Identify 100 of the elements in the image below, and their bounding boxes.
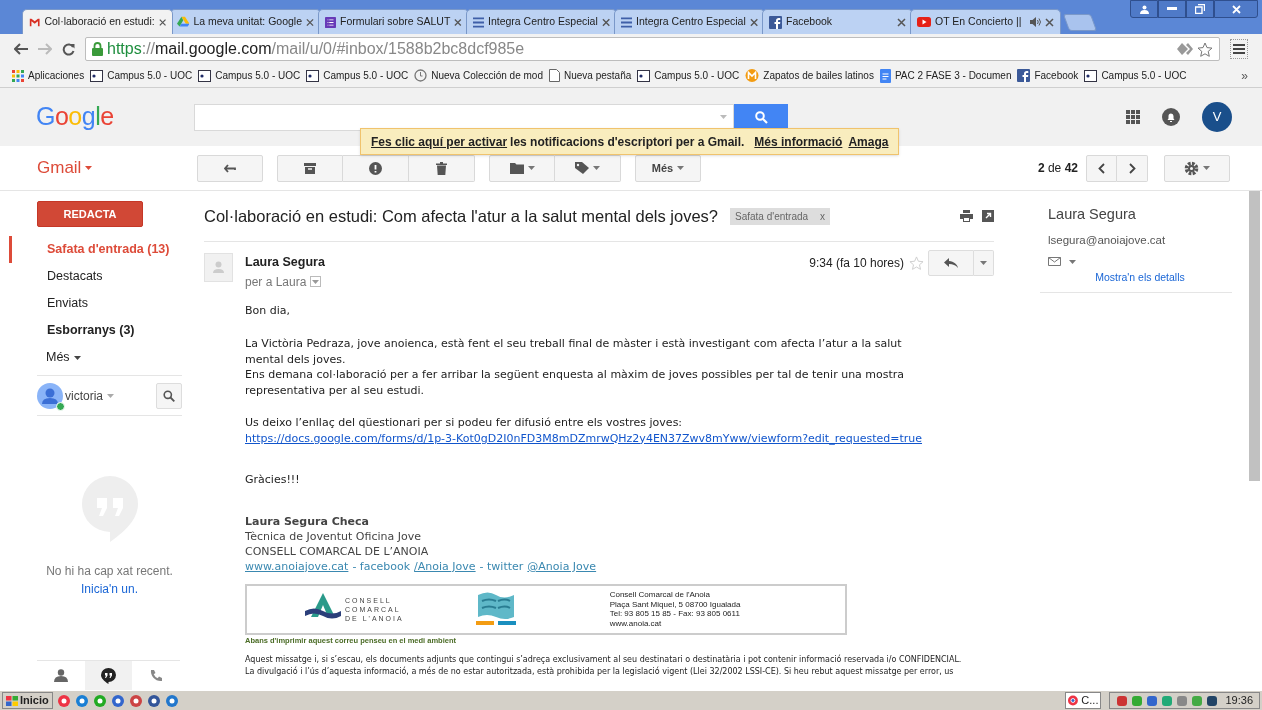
- hangouts-tab[interactable]: [84, 661, 133, 690]
- new-window-icon[interactable]: [982, 210, 994, 223]
- move-to-button[interactable]: [489, 154, 555, 182]
- enable-notifications-link[interactable]: Fes clic aquí per activar: [371, 132, 508, 151]
- menu-button[interactable]: [1230, 39, 1248, 59]
- folder-item[interactable]: Destacats: [9, 263, 190, 290]
- search-button[interactable]: [734, 103, 788, 131]
- bookmark-item[interactable]: Campus 5.0 - UOC: [198, 68, 301, 83]
- sender-name: Laura Segura: [245, 254, 325, 272]
- gmail-menu[interactable]: Gmail: [37, 155, 197, 181]
- folder-item[interactable]: Esborranys (3): [9, 317, 190, 344]
- more-button[interactable]: Més: [635, 154, 701, 182]
- close-icon[interactable]: [897, 17, 906, 27]
- newer-button[interactable]: [1086, 154, 1117, 182]
- browser-tab[interactable]: Facebook: [762, 9, 913, 34]
- no-chats-text: No hi ha cap xat recent.: [46, 563, 173, 580]
- form-link[interactable]: https://docs.google.com/forms/d/1p-3-Kot0gD2I0nFD3M8mDZmrwQHz2y4EN37Zwv8mYww/viewform?edit_requested=true: [245, 430, 994, 447]
- search-field[interactable]: [194, 103, 734, 131]
- extension-icon[interactable]: [1177, 43, 1193, 55]
- quick-launch-icon[interactable]: [92, 693, 107, 708]
- bookmark-item[interactable]: Campus 5.0 - UOC: [637, 68, 740, 83]
- bookmark-item[interactable]: Aplicaciones: [12, 68, 85, 83]
- facebook-link[interactable]: /Anoia Jove: [414, 558, 476, 574]
- tag-icon: [575, 162, 589, 174]
- bookmark-item[interactable]: Facebook: [1017, 68, 1079, 83]
- bookmark-item[interactable]: Campus 5.0 - UOC: [90, 68, 193, 83]
- folder-item[interactable]: Enviats: [9, 290, 190, 317]
- quick-launch-icon[interactable]: [128, 693, 143, 708]
- quick-launch-icon[interactable]: [164, 693, 179, 708]
- details-toggle[interactable]: [310, 276, 322, 288]
- more-bookmarks[interactable]: »: [1241, 66, 1248, 85]
- label-text: Safata d'entrada: [735, 209, 809, 224]
- archive-button[interactable]: [277, 154, 343, 182]
- quick-launch-icon[interactable]: [110, 693, 125, 708]
- close-icon[interactable]: [158, 17, 166, 27]
- show-details-link[interactable]: Mostra'n els detalls: [1095, 270, 1185, 286]
- close-icon[interactable]: [454, 17, 462, 27]
- quick-launch-icon[interactable]: [56, 693, 71, 708]
- bookmark-item[interactable]: Nueva pestaña: [549, 68, 632, 83]
- browser-tab[interactable]: Formulari sobre SALUT: [318, 9, 469, 34]
- bookmark-item[interactable]: Nueva Colección de mod: [414, 68, 543, 83]
- browser-tab[interactable]: Integra Centro Especial: [466, 9, 617, 34]
- body-text: mental dels joves.: [245, 351, 347, 368]
- compose-button[interactable]: REDACTA: [37, 201, 143, 227]
- notifications-icon[interactable]: [1162, 108, 1180, 126]
- folder-item[interactable]: Safata d'entrada (13): [9, 236, 190, 263]
- bookmark-item[interactable]: Campus 5.0 - UOC: [306, 68, 409, 83]
- spam-button[interactable]: [343, 154, 409, 182]
- reply-button[interactable]: [928, 249, 974, 276]
- signature-org: CONSELL COMARCAL DE L’ANOIA: [245, 543, 430, 559]
- caret-icon: [677, 166, 685, 170]
- apps-grid-icon[interactable]: [1126, 110, 1140, 124]
- tray-icon[interactable]: [1206, 694, 1219, 707]
- star-icon[interactable]: [909, 255, 924, 270]
- signature-role: Tècnica de Joventut Oficina Jove: [245, 528, 423, 544]
- browser-tab[interactable]: La meva unitat: Google: [170, 9, 321, 34]
- quick-launch-icon[interactable]: [74, 693, 89, 708]
- close-window-button[interactable]: [1214, 0, 1258, 18]
- restore-button[interactable]: [1186, 0, 1214, 18]
- bookmark-item[interactable]: PAC 2 FASE 3 - Documen: [879, 68, 1012, 83]
- labels-button[interactable]: [555, 154, 621, 182]
- browser-tab[interactable]: Integra Centro Especial: [614, 9, 765, 34]
- delete-button[interactable]: [409, 154, 475, 182]
- account-avatar[interactable]: V: [1202, 102, 1232, 132]
- more-folders[interactable]: Més: [9, 344, 190, 371]
- settings-button[interactable]: [1164, 154, 1230, 182]
- minimize-button[interactable]: [1158, 0, 1186, 18]
- bookmark-item[interactable]: Campus 5.0 - UOC: [1084, 68, 1187, 83]
- twitter-link[interactable]: @Anoia Jove: [527, 558, 597, 574]
- remove-label-button[interactable]: x: [820, 208, 826, 224]
- close-icon[interactable]: [1045, 17, 1054, 27]
- body-text: Ens demana col·laboració per a fer arribar la següent enquesta al màxim de joves possibles per tal de tenir una mostra: [245, 367, 906, 383]
- website-link[interactable]: www.anoiajove.cat: [245, 558, 349, 574]
- reply-options-button[interactable]: [974, 249, 994, 276]
- bookmark-item[interactable]: Zapatos de bailes latinos: [745, 68, 874, 83]
- tray-icon[interactable]: [1116, 694, 1129, 707]
- address-field[interactable]: https://mail.google.com/mail/u/0/#inbox/1588b2bc8dcf985e: [85, 37, 1220, 61]
- browser-tab[interactable]: OT En Concierto ||: [910, 9, 1061, 34]
- star-icon[interactable]: [1197, 41, 1213, 57]
- back-icon[interactable]: [14, 43, 28, 55]
- quick-launch-icon[interactable]: [146, 693, 161, 708]
- hide-link[interactable]: Amaga: [848, 132, 889, 151]
- close-icon[interactable]: [306, 17, 314, 27]
- close-icon[interactable]: [749, 17, 758, 27]
- browser-tab[interactable]: Col·laboració en estudi:: [22, 9, 173, 34]
- close-icon[interactable]: [601, 17, 610, 27]
- reload-icon[interactable]: [62, 42, 75, 56]
- scrollbar[interactable]: [1249, 191, 1260, 481]
- older-button[interactable]: [1117, 154, 1148, 182]
- chat-search-button[interactable]: [156, 382, 182, 409]
- tray-icon[interactable]: [1146, 694, 1159, 707]
- mail-icon[interactable]: [1048, 257, 1061, 266]
- more-info-link[interactable]: Més informació: [754, 132, 843, 151]
- taskbar-task[interactable]: C...: [1065, 692, 1102, 709]
- chat-status-menu[interactable]: victoria: [65, 386, 114, 405]
- back-arrow-icon: [224, 163, 236, 173]
- profile-button[interactable]: [1130, 0, 1158, 18]
- start-button[interactable]: Inicio: [2, 692, 53, 709]
- print-icon[interactable]: [960, 210, 973, 223]
- start-chat-link[interactable]: Inicia'n un.: [81, 580, 138, 598]
